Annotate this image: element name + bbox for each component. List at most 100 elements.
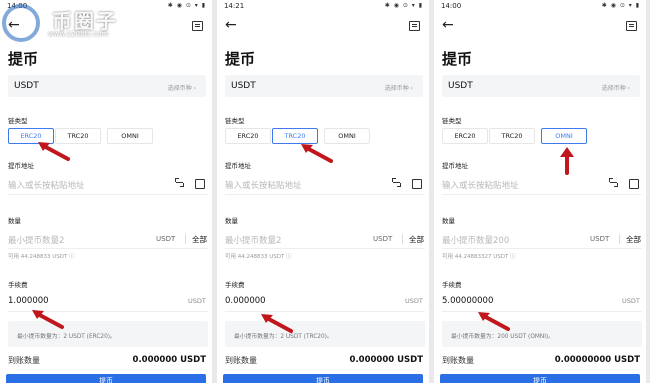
coin-selector[interactable]: USDT 选择币种 › [442,75,640,97]
fee-unit: USDT [405,297,423,305]
receive-label: 到账数量 [8,356,40,365]
withdraw-screen-trc20: 14:21 ✱ ◉ ⊙ ▾ ▮ ← 提币 USDT 选择币种 › 链类型 ERC… [217,0,429,383]
status-icons: ✱ ◉ ⊙ ▾ ▮ [601,2,640,9]
address-input[interactable]: 输入或长按粘贴地址 [8,179,85,191]
all-button[interactable]: 全部 [192,234,207,245]
withdraw-record-icon[interactable] [409,21,420,31]
address-book-icon[interactable] [195,179,205,189]
fee-value: 1.000000 [8,296,49,306]
amount-label: 数量 [442,217,455,225]
receive-value: 0.00000000 USDT [554,355,640,365]
chain-erc20-button[interactable]: ERC20 [442,128,488,144]
amount-label: 数量 [8,217,21,225]
fee-unit: USDT [188,297,206,305]
address-label: 提币地址 [442,162,468,170]
address-input[interactable]: 输入或长按粘贴地址 [225,179,302,191]
screenshot-composite: 14:00 ✱ ◉ ⊙ ▾ ▮ ← 提币 USDT 选择币种 › 链类型 ERC… [0,0,650,383]
chain-erc20-button[interactable]: ERC20 [225,128,271,144]
watermark-circle-icon [2,4,40,42]
page-title: 提币 [8,50,39,68]
coin-name: USDT [231,81,256,91]
divider [225,194,425,195]
select-coin-link[interactable]: 选择币种 › [602,83,630,92]
select-coin-link[interactable]: 选择币种 › [168,83,196,92]
amount-input[interactable]: 最小提币数量2 [225,234,281,246]
red-arrow-icon [478,312,510,331]
fee-unit: USDT [622,297,640,305]
scan-qr-icon[interactable] [609,178,618,187]
chain-omni-button[interactable]: OMNI [541,128,587,144]
coin-selector[interactable]: USDT 选择币种 › [8,75,206,97]
back-arrow-icon[interactable]: ← [442,18,454,32]
status-bar: 14:00 ✱ ◉ ⊙ ▾ ▮ [434,0,646,12]
available-balance: 可用 44.248833 USDT ⓘ [8,254,75,260]
available-balance: 可用 44.248833 USDT ⓘ [225,254,292,260]
divider [442,248,642,249]
all-button[interactable]: 全部 [409,234,424,245]
chain-type-label: 链类型 [442,117,462,125]
tip-box: 最小提币数量为：2 USDT (TRC20)。 [225,321,425,347]
status-icons: ✱ ◉ ⊙ ▾ ▮ [167,2,206,9]
back-arrow-icon[interactable]: ← [225,18,237,32]
address-label: 提币地址 [225,162,251,170]
coin-name: USDT [448,81,473,91]
amount-unit: USDT [156,235,176,243]
fee-value: 5.00000000 [442,296,494,306]
red-arrow-icon [560,147,574,175]
coin-selector[interactable]: USDT 选择币种 › [225,75,423,97]
status-bar: 14:21 ✱ ◉ ⊙ ▾ ▮ [217,0,429,12]
divider [8,194,208,195]
watermark-logo: 币圈子 www.120btc.com [0,0,150,42]
all-button[interactable]: 全部 [626,234,641,245]
status-time: 14:00 [441,2,462,10]
red-arrow-icon [301,144,333,163]
amount-input[interactable]: 最小提币数量2 [8,234,64,246]
chain-omni-button[interactable]: OMNI [107,128,153,144]
divider [225,311,425,312]
scan-qr-icon[interactable] [392,178,401,187]
amount-label: 数量 [225,217,238,225]
scan-qr-icon[interactable] [175,178,184,187]
watermark-url: www.120btc.com [48,30,109,38]
withdraw-submit-button[interactable]: 提币 [223,374,423,383]
receive-value: 0.000000 USDT [349,355,423,365]
address-label: 提币地址 [8,162,34,170]
chain-type-label: 链类型 [8,117,28,125]
withdraw-submit-button[interactable]: 提币 [440,374,640,383]
divider [402,234,403,244]
withdraw-submit-button[interactable]: 提币 [6,374,206,383]
fee-label: 手续费 [225,281,245,289]
fee-value: 0.000000 [225,296,266,306]
amount-unit: USDT [590,235,610,243]
fee-label: 手续费 [442,281,462,289]
tip-text: 最小提币数量为：200 USDT (OMNI)。 [451,334,554,340]
fee-label: 手续费 [8,281,28,289]
withdraw-record-icon[interactable] [626,21,637,31]
select-coin-link[interactable]: 选择币种 › [385,83,413,92]
address-book-icon[interactable] [412,179,422,189]
amount-input[interactable]: 最小提币数量200 [442,234,509,246]
withdraw-screen-erc20: 14:00 ✱ ◉ ⊙ ▾ ▮ ← 提币 USDT 选择币种 › 链类型 ERC… [0,0,212,383]
red-arrow-icon [32,310,64,329]
divider [619,234,620,244]
red-arrow-icon [38,142,70,161]
divider [185,234,186,244]
coin-name: USDT [14,81,39,91]
tip-text: 最小提币数量为：2 USDT (ERC20)。 [17,334,116,340]
divider [225,248,425,249]
withdraw-screen-omni: 14:00 ✱ ◉ ⊙ ▾ ▮ ← 提币 USDT 选择币种 › 链类型 ERC… [434,0,646,383]
receive-label: 到账数量 [225,356,257,365]
available-balance: 可用 44.24883327 USDT ⓘ [442,254,516,260]
address-input[interactable]: 输入或长按粘贴地址 [442,179,519,191]
chain-type-label: 链类型 [225,117,245,125]
page-title: 提币 [225,50,256,68]
receive-label: 到账数量 [442,356,474,365]
address-book-icon[interactable] [629,179,639,189]
red-arrow-icon [261,314,293,333]
tip-box: 最小提币数量为：200 USDT (OMNI)。 [442,321,642,347]
status-icons: ✱ ◉ ⊙ ▾ ▮ [384,2,423,9]
chain-trc20-button[interactable]: TRC20 [489,128,535,144]
status-time: 14:21 [224,2,245,10]
withdraw-record-icon[interactable] [192,21,203,31]
receive-value: 0.000000 USDT [132,355,206,365]
